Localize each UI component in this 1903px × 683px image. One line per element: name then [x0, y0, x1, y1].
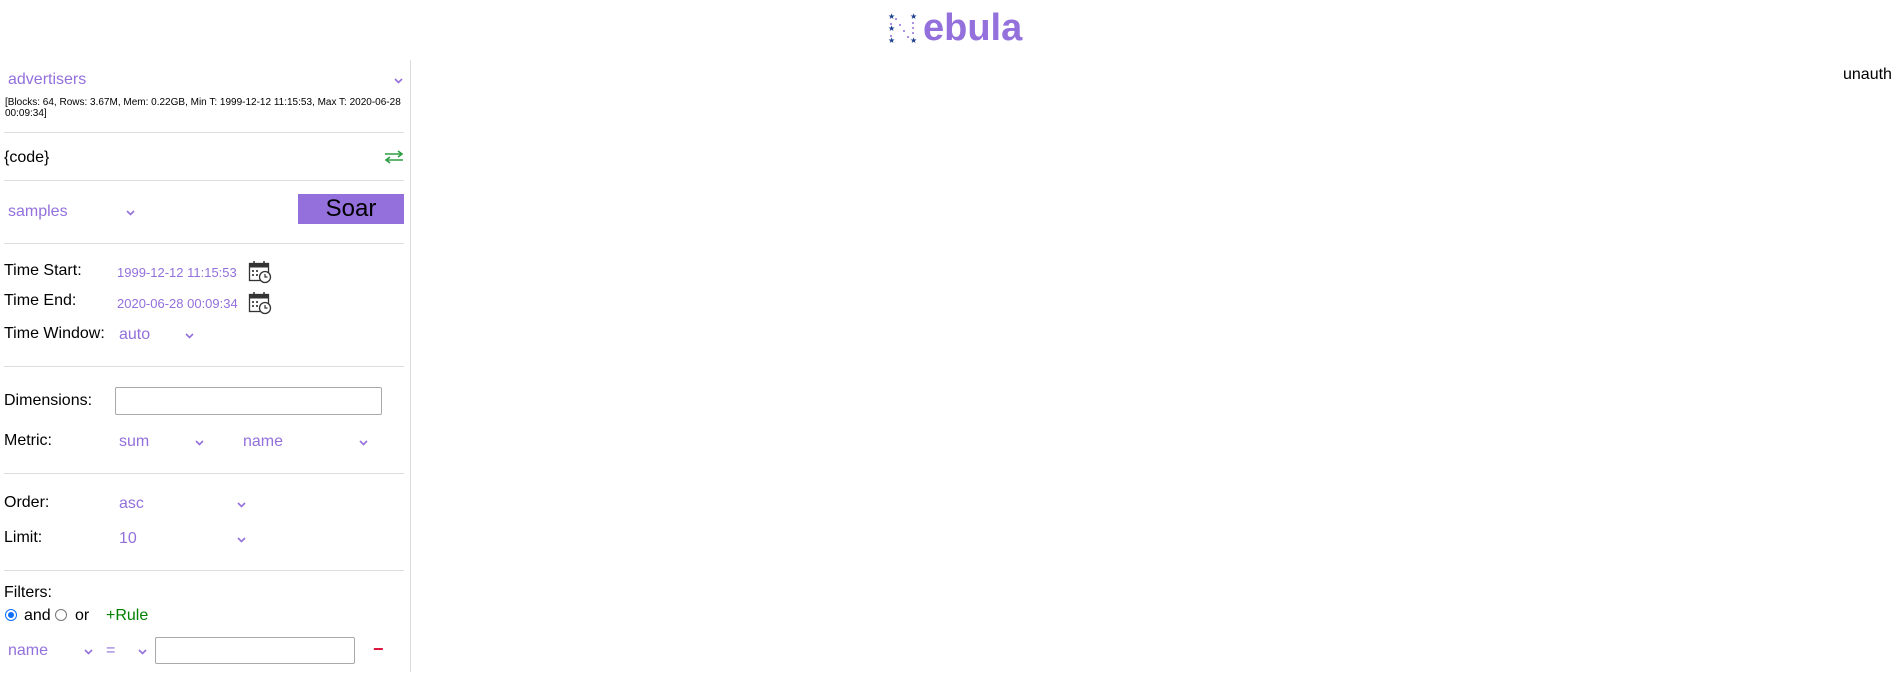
remove-rule-button[interactable]: − — [373, 639, 384, 660]
or-label: or — [75, 607, 90, 624]
limit-label: Limit: — [4, 529, 43, 546]
nebula-logo: ★ ★ ★ ★ ★ ebula — [888, 8, 1022, 48]
divider — [4, 570, 404, 571]
metric-column-value: name — [243, 433, 284, 450]
time-end-label: Time End: — [4, 292, 77, 309]
time-start-label: Time Start: — [4, 262, 82, 279]
dimensions-input[interactable] — [115, 387, 382, 415]
chevron-down-icon — [194, 437, 205, 448]
time-window-select[interactable]: auto — [119, 325, 195, 345]
svg-text:★: ★ — [910, 36, 917, 45]
filter-operator-value: = — [106, 642, 116, 659]
filter-operator-select[interactable]: = — [106, 641, 148, 661]
nebula-logo-stars-icon: ★ ★ ★ ★ ★ — [888, 12, 917, 45]
time-start-value[interactable]: 1999-12-12 11:15:53 — [117, 265, 237, 280]
order-value: asc — [119, 495, 144, 512]
limit-value: 10 — [119, 530, 137, 547]
code-label[interactable]: {code} — [4, 149, 49, 167]
limit-select[interactable]: 10 — [119, 529, 247, 549]
chevron-down-icon — [184, 330, 195, 341]
svg-text:★: ★ — [888, 36, 895, 45]
or-radio[interactable] — [55, 609, 67, 621]
display-select-value: samples — [8, 203, 68, 220]
filter-value-input[interactable] — [155, 637, 355, 664]
metric-function-select[interactable]: sum — [119, 432, 205, 452]
order-select[interactable]: asc — [119, 494, 247, 514]
chevron-down-icon — [393, 75, 404, 86]
and-label: and — [24, 607, 51, 624]
divider — [4, 366, 404, 367]
soar-button[interactable]: Soar — [298, 194, 404, 224]
time-window-value: auto — [119, 326, 151, 343]
chevron-down-icon — [125, 207, 136, 218]
chevron-down-icon — [358, 437, 369, 448]
add-rule-button[interactable]: +Rule — [106, 607, 148, 625]
time-window-label: Time Window: — [4, 325, 105, 342]
divider — [4, 473, 404, 474]
chevron-down-icon — [236, 499, 247, 510]
table-select[interactable]: advertisers — [8, 70, 404, 90]
logo-text: ebula — [923, 7, 1023, 49]
metric-label: Metric: — [4, 432, 52, 449]
chevron-down-icon — [236, 534, 247, 545]
svg-text:★: ★ — [888, 12, 895, 21]
order-label: Order: — [4, 494, 50, 511]
table-select-value: advertisers — [8, 71, 87, 88]
divider — [4, 180, 404, 181]
table-stats: [Blocks: 64, Rows: 3.67M, Mem: 0.22GB, M… — [5, 97, 401, 119]
divider — [4, 243, 404, 244]
swap-icon[interactable] — [383, 150, 405, 164]
filter-column-value: name — [8, 642, 49, 659]
display-select[interactable]: samples — [8, 202, 136, 222]
metric-column-select[interactable]: name — [243, 432, 369, 452]
calendar-icon[interactable] — [248, 260, 272, 284]
chevron-down-icon — [137, 646, 148, 657]
svg-text:★: ★ — [888, 24, 895, 33]
filters-label: Filters: — [4, 584, 52, 601]
dimensions-label: Dimensions: — [4, 392, 93, 409]
chevron-down-icon — [83, 646, 94, 657]
user-status[interactable]: unauth — [1843, 66, 1892, 84]
metric-function-value: sum — [119, 433, 150, 450]
time-end-value[interactable]: 2020-06-28 00:09:34 — [117, 296, 238, 311]
filter-column-select[interactable]: name — [8, 641, 94, 661]
calendar-icon[interactable] — [248, 291, 272, 315]
divider — [4, 132, 404, 133]
svg-text:★: ★ — [910, 12, 917, 21]
and-radio[interactable] — [5, 609, 17, 621]
